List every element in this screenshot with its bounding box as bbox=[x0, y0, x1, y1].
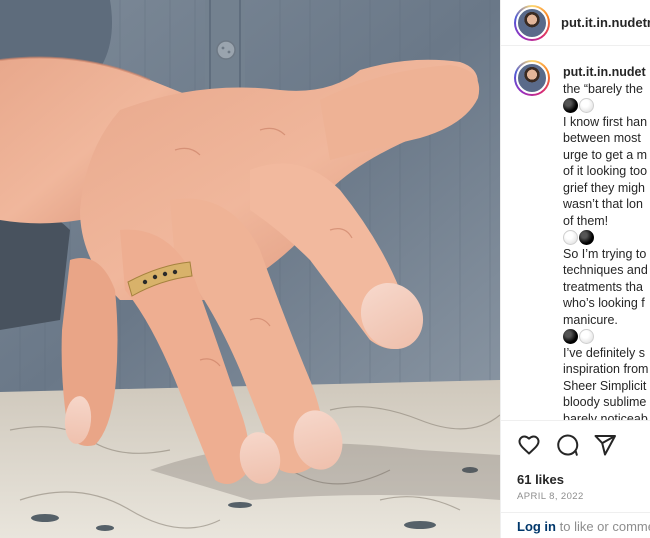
white-circle-emoji bbox=[563, 229, 578, 245]
login-prompt-text: to like or comme bbox=[556, 519, 650, 534]
caption-username[interactable]: put.it.in.nudet bbox=[563, 65, 646, 79]
caption-line: grief they migh bbox=[563, 180, 645, 195]
avatar-image bbox=[516, 6, 548, 39]
caption-avatar[interactable] bbox=[514, 60, 550, 96]
post-date: APRIL 8, 2022 bbox=[517, 491, 584, 502]
black-circle-emoji bbox=[579, 229, 594, 245]
header-username[interactable]: put.it.in.nudetr bbox=[561, 15, 650, 30]
caption-line: between most bbox=[563, 131, 641, 145]
caption: put.it.in.nudet the “barely the I know f… bbox=[501, 58, 650, 420]
post-photo[interactable] bbox=[0, 0, 500, 538]
login-prompt: Log in to like or comme bbox=[501, 512, 650, 538]
caption-line: who’s looking f bbox=[563, 296, 645, 310]
hand-photo-illustration bbox=[0, 0, 500, 538]
likes-count[interactable]: 61 likes bbox=[517, 472, 564, 487]
avatar[interactable] bbox=[514, 4, 550, 41]
caption-line: manicure. bbox=[563, 312, 618, 327]
black-circle-emoji bbox=[563, 97, 578, 113]
heart-icon[interactable] bbox=[517, 433, 541, 457]
emoji-row bbox=[563, 97, 650, 114]
caption-line: of it looking too bbox=[563, 164, 648, 178]
white-circle-emoji bbox=[579, 97, 594, 113]
caption-line: barely noticeab bbox=[563, 411, 648, 421]
login-link[interactable]: Log in bbox=[517, 519, 556, 534]
emoji-row bbox=[563, 328, 650, 345]
comment-icon[interactable] bbox=[555, 433, 579, 457]
caption-line: urge to get a m bbox=[563, 147, 648, 162]
post-side-panel: put.it.in.nudetr put.it.in.nudet the “ba… bbox=[500, 0, 650, 538]
caption-line: So I’m trying to bbox=[563, 246, 647, 261]
caption-line: the “barely the bbox=[563, 81, 643, 96]
post-header: put.it.in.nudetr bbox=[501, 0, 650, 46]
black-circle-emoji bbox=[563, 328, 578, 344]
caption-line: inspiration from bbox=[563, 362, 649, 376]
caption-line: treatments tha bbox=[563, 279, 643, 294]
caption-line: of them! bbox=[563, 213, 609, 228]
caption-line: Sheer Simplicit bbox=[563, 378, 647, 393]
caption-line: I know first han bbox=[563, 114, 648, 129]
avatar-image bbox=[516, 62, 548, 94]
caption-line: I’ve definitely s bbox=[563, 345, 645, 360]
action-icons bbox=[517, 433, 617, 457]
emoji-row bbox=[563, 229, 650, 246]
caption-line: techniques and bbox=[563, 263, 648, 277]
caption-line: put.it.in.nudet bbox=[563, 64, 650, 81]
send-icon[interactable] bbox=[593, 433, 617, 457]
post-actions: 61 likes APRIL 8, 2022 bbox=[501, 420, 650, 522]
white-circle-emoji bbox=[579, 328, 594, 344]
caption-body: put.it.in.nudet the “barely the I know f… bbox=[563, 64, 650, 420]
caption-line: bloody sublime bbox=[563, 395, 647, 409]
caption-line: wasn’t that lon bbox=[563, 197, 643, 211]
